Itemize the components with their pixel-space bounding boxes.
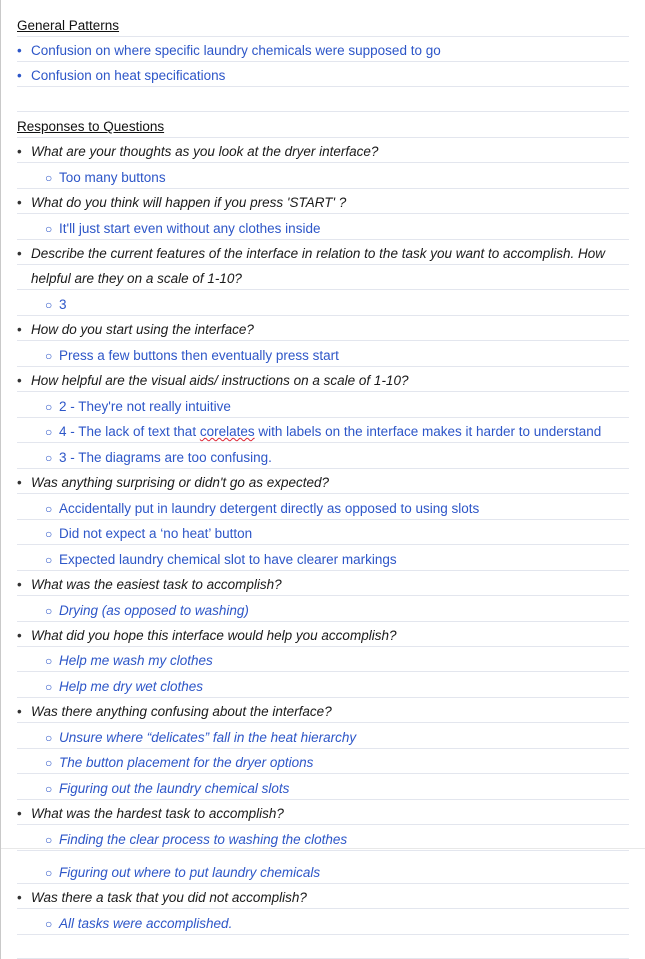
bullet-icon: • [17,806,22,821]
question-item: • Was there a task that you did not acco… [17,883,629,909]
circle-bullet-icon: ○ [45,756,53,770]
bullet-icon: • [17,577,22,592]
bullet-icon: • [17,43,22,58]
document-page: General Patterns • Confusion on where sp… [0,0,645,959]
answer-item: ○ Too many buttons [17,163,629,189]
bullet-icon: • [17,628,22,643]
empty-line [17,933,629,959]
circle-bullet-icon: ○ [45,680,53,694]
answer-item: ○ The button placement for the dryer opt… [17,748,629,774]
circle-bullet-icon: ○ [45,782,53,796]
bullet-icon: • [17,246,22,261]
page-break-line [1,848,645,849]
answer-item: ○ Accidentally put in laundry detergent … [17,494,629,520]
bullet-icon: • [17,195,22,210]
circle-bullet-icon: ○ [45,731,53,745]
responses-heading: Responses to Questions [17,112,629,138]
misspelled-word[interactable]: corelates [200,424,255,439]
question-item: • Was anything surprising or didn't go a… [17,468,629,494]
answer-item: ○ Expected laundry chemical slot to have… [17,545,629,571]
bullet-icon: • [17,890,22,905]
circle-bullet-icon: ○ [45,604,53,618]
circle-bullet-icon: ○ [45,866,53,880]
answer-item: ○ Unsure where “delicates” fall in the h… [17,723,629,749]
bullet-icon: • [17,322,22,337]
question-item: • What did you hope this interface would… [17,621,629,647]
list-item: • Confusion on heat specifications [17,61,629,87]
circle-bullet-icon: ○ [45,171,53,185]
bullet-icon: • [17,373,22,388]
empty-line [17,86,629,112]
question-continuation: helpful are they on a scale of 1-10? [17,264,629,290]
question-item: • What was the easiest task to accomplis… [17,570,629,596]
circle-bullet-icon: ○ [45,833,53,847]
bullet-icon: • [17,68,22,83]
answer-item: ○ 2 - They're not really intuitive [17,392,629,418]
circle-bullet-icon: ○ [45,527,53,541]
answer-item: ○ Figuring out the laundry chemical slot… [17,774,629,800]
question-item: • What are your thoughts as you look at … [17,137,629,163]
answer-item: ○ Help me wash my clothes [17,646,629,672]
circle-bullet-icon: ○ [45,298,53,312]
circle-bullet-icon: ○ [45,425,53,439]
bullet-icon: • [17,704,22,719]
answer-item: ○ Help me dry wet clothes [17,672,629,698]
answer-item: ○ 4 - The lack of text that corelates wi… [17,417,629,443]
answer-item: ○ It'll just start even without any clot… [17,214,629,240]
circle-bullet-icon: ○ [45,654,53,668]
answer-item: ○ 3 - The diagrams are too confusing. [17,443,629,469]
list-item: • Confusion on where specific laundry ch… [17,36,629,62]
answer-item: ○ Figuring out where to put laundry chem… [17,858,629,884]
answer-item: ○ All tasks were accomplished. [17,909,629,935]
circle-bullet-icon: ○ [45,917,53,931]
circle-bullet-icon: ○ [45,451,53,465]
bullet-icon: • [17,144,22,159]
circle-bullet-icon: ○ [45,400,53,414]
question-item: • What was the hardest task to accomplis… [17,799,629,825]
question-item: • Was there anything confusing about the… [17,697,629,723]
circle-bullet-icon: ○ [45,222,53,236]
question-item: • Describe the current features of the i… [17,239,629,265]
circle-bullet-icon: ○ [45,349,53,363]
circle-bullet-icon: ○ [45,502,53,516]
answer-item: ○ 3 [17,290,629,316]
answer-item: ○ Drying (as opposed to washing) [17,596,629,622]
bullet-icon: • [17,475,22,490]
question-item: • How do you start using the interface? [17,315,629,341]
question-item: • What do you think will happen if you p… [17,188,629,214]
question-item: • How helpful are the visual aids/ instr… [17,366,629,392]
general-patterns-heading: General Patterns [17,11,629,37]
answer-item: ○ Did not expect a ‘no heat’ button [17,519,629,545]
circle-bullet-icon: ○ [45,553,53,567]
answer-item: ○ Press a few buttons then eventually pr… [17,341,629,367]
